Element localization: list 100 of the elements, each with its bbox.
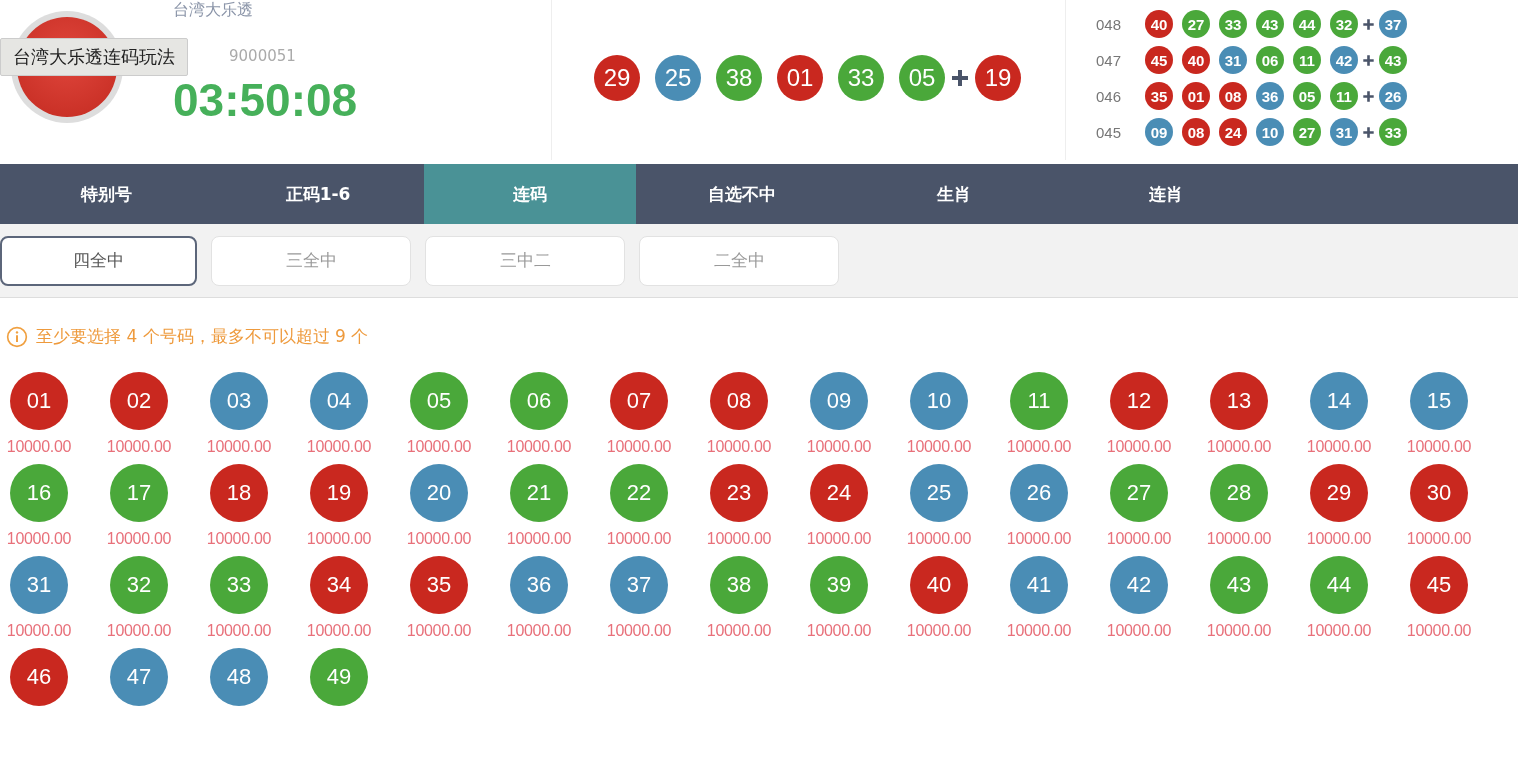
plus-icon xyxy=(1362,125,1375,139)
odds-text: 10000.00 xyxy=(106,622,172,640)
number-ball[interactable]: 32 xyxy=(110,556,168,614)
number-ball[interactable]: 29 xyxy=(1310,464,1368,522)
number-ball[interactable]: 28 xyxy=(1210,464,1268,522)
number-ball[interactable]: 14 xyxy=(1310,372,1368,430)
number-ball[interactable]: 21 xyxy=(510,464,568,522)
number-ball[interactable]: 27 xyxy=(1110,464,1168,522)
number-ball[interactable]: 42 xyxy=(1110,556,1168,614)
number-ball[interactable]: 20 xyxy=(410,464,468,522)
play-type-button[interactable]: 三全中 xyxy=(211,235,411,286)
odds-text: 10000.00 xyxy=(506,438,572,456)
number-ball[interactable]: 19 xyxy=(310,464,368,522)
number-ball[interactable]: 44 xyxy=(1310,556,1368,614)
number-ball[interactable]: 02 xyxy=(110,372,168,430)
number-ball[interactable]: 40 xyxy=(910,556,968,614)
number-ball[interactable]: 43 xyxy=(1210,556,1268,614)
tab[interactable]: 连码 xyxy=(424,164,636,224)
play-type-button[interactable]: 四全中 xyxy=(0,235,197,286)
odds-text: 10000.00 xyxy=(506,622,572,640)
number-ball[interactable]: 39 xyxy=(810,556,868,614)
number-ball: 29 xyxy=(594,55,640,101)
tab[interactable]: 自选不中 xyxy=(636,164,848,224)
number-ball: 44 xyxy=(1293,10,1321,38)
number-ball: 43 xyxy=(1379,46,1407,74)
number-ball: 27 xyxy=(1182,10,1210,38)
number-ball[interactable]: 23 xyxy=(710,464,768,522)
number-ball[interactable]: 03 xyxy=(210,372,268,430)
issue-number: 045 xyxy=(1096,123,1123,141)
number-ball[interactable]: 41 xyxy=(1010,556,1068,614)
play-type-button[interactable]: 三中二 xyxy=(425,235,625,286)
odds-text: 10000.00 xyxy=(6,622,72,640)
number-ball: 08 xyxy=(1219,82,1247,110)
number-ball[interactable]: 01 xyxy=(10,372,68,430)
odds-text: 10000.00 xyxy=(606,438,672,456)
odds-text: 10000.00 xyxy=(1206,438,1272,456)
number-ball: 01 xyxy=(1182,82,1210,110)
number-ball: 05 xyxy=(899,55,945,101)
number-ball[interactable]: 37 xyxy=(610,556,668,614)
number-ball[interactable]: 48 xyxy=(210,648,268,706)
number-ball: 26 xyxy=(1379,82,1407,110)
tab[interactable]: 生肖 xyxy=(848,164,1060,224)
number-ball[interactable]: 12 xyxy=(1110,372,1168,430)
number-ball[interactable]: 31 xyxy=(10,556,68,614)
number-ball[interactable]: 22 xyxy=(610,464,668,522)
odds-text: 10000.00 xyxy=(1306,622,1372,640)
number-ball[interactable]: 35 xyxy=(410,556,468,614)
plus-icon xyxy=(1362,17,1375,31)
number-ball[interactable]: 16 xyxy=(10,464,68,522)
odds-text: 10000.00 xyxy=(906,622,972,640)
number-ball[interactable]: 26 xyxy=(1010,464,1068,522)
number-ball: 40 xyxy=(1145,10,1173,38)
odds-text: 10000.00 xyxy=(606,622,672,640)
number-ball[interactable]: 17 xyxy=(110,464,168,522)
number-ball[interactable]: 30 xyxy=(1410,464,1468,522)
odds-text: 10000.00 xyxy=(1006,438,1072,456)
tooltip: 台湾大乐透连码玩法 xyxy=(0,38,188,76)
number-ball[interactable]: 34 xyxy=(310,556,368,614)
tab[interactable]: 连肖 xyxy=(1060,164,1272,224)
odds-text: 10000.00 xyxy=(1406,438,1472,456)
odds-text: 10000.00 xyxy=(6,530,72,548)
number-ball: 42 xyxy=(1330,46,1358,74)
plus-icon xyxy=(1362,53,1375,67)
odds-text: 10000.00 xyxy=(1006,622,1072,640)
number-ball: 05 xyxy=(1293,82,1321,110)
number-ball[interactable]: 49 xyxy=(310,648,368,706)
number-ball: 33 xyxy=(1379,118,1407,146)
number-ball[interactable]: 15 xyxy=(1410,372,1468,430)
number-ball[interactable]: 24 xyxy=(810,464,868,522)
number-ball[interactable]: 05 xyxy=(410,372,468,430)
number-ball[interactable]: 04 xyxy=(310,372,368,430)
number-ball[interactable]: 33 xyxy=(210,556,268,614)
number-ball[interactable]: 06 xyxy=(510,372,568,430)
tab[interactable]: 特别号 xyxy=(0,164,212,224)
number-ball[interactable]: 47 xyxy=(110,648,168,706)
number-ball[interactable]: 46 xyxy=(10,648,68,706)
plus-icon xyxy=(950,68,970,88)
number-ball[interactable]: 08 xyxy=(710,372,768,430)
play-type-button[interactable]: 二全中 xyxy=(639,235,839,286)
number-ball: 11 xyxy=(1330,82,1358,110)
odds-text: 10000.00 xyxy=(606,530,672,548)
number-ball[interactable]: 13 xyxy=(1210,372,1268,430)
number-ball[interactable]: 10 xyxy=(910,372,968,430)
number-ball[interactable]: 36 xyxy=(510,556,568,614)
number-ball[interactable]: 18 xyxy=(210,464,268,522)
number-ball[interactable]: 07 xyxy=(610,372,668,430)
number-ball[interactable]: 45 xyxy=(1410,556,1468,614)
number-ball[interactable]: 09 xyxy=(810,372,868,430)
odds-text: 10000.00 xyxy=(306,622,372,640)
odds-text: 10000.00 xyxy=(506,530,572,548)
odds-text: 10000.00 xyxy=(206,622,272,640)
number-ball: 01 xyxy=(777,55,823,101)
tab[interactable]: 正码1-6 xyxy=(212,164,424,224)
countdown-timer: 03:50:08 xyxy=(173,73,358,127)
odds-text: 10000.00 xyxy=(106,530,172,548)
odds-text: 10000.00 xyxy=(906,530,972,548)
number-ball[interactable]: 25 xyxy=(910,464,968,522)
number-ball[interactable]: 38 xyxy=(710,556,768,614)
number-ball: 38 xyxy=(716,55,762,101)
number-ball[interactable]: 11 xyxy=(1010,372,1068,430)
